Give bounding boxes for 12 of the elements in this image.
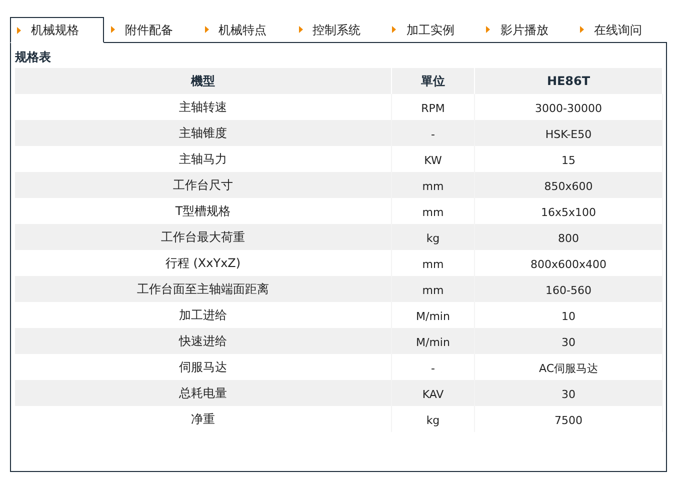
tab[interactable]: 机械规格: [10, 17, 104, 43]
table-cell: 净重: [15, 406, 392, 432]
triangle-icon: [110, 26, 115, 33]
section-title: 规格表: [15, 49, 52, 66]
triangle-icon: [392, 26, 396, 33]
triangle-icon: [580, 26, 584, 33]
triangle-icon: [486, 26, 490, 33]
triangle-icon: [204, 26, 209, 33]
table-cell: 7500: [475, 406, 663, 432]
triangle-icon: [298, 26, 303, 33]
triangle-icon: [17, 26, 21, 34]
table-cell: kg: [392, 406, 475, 432]
